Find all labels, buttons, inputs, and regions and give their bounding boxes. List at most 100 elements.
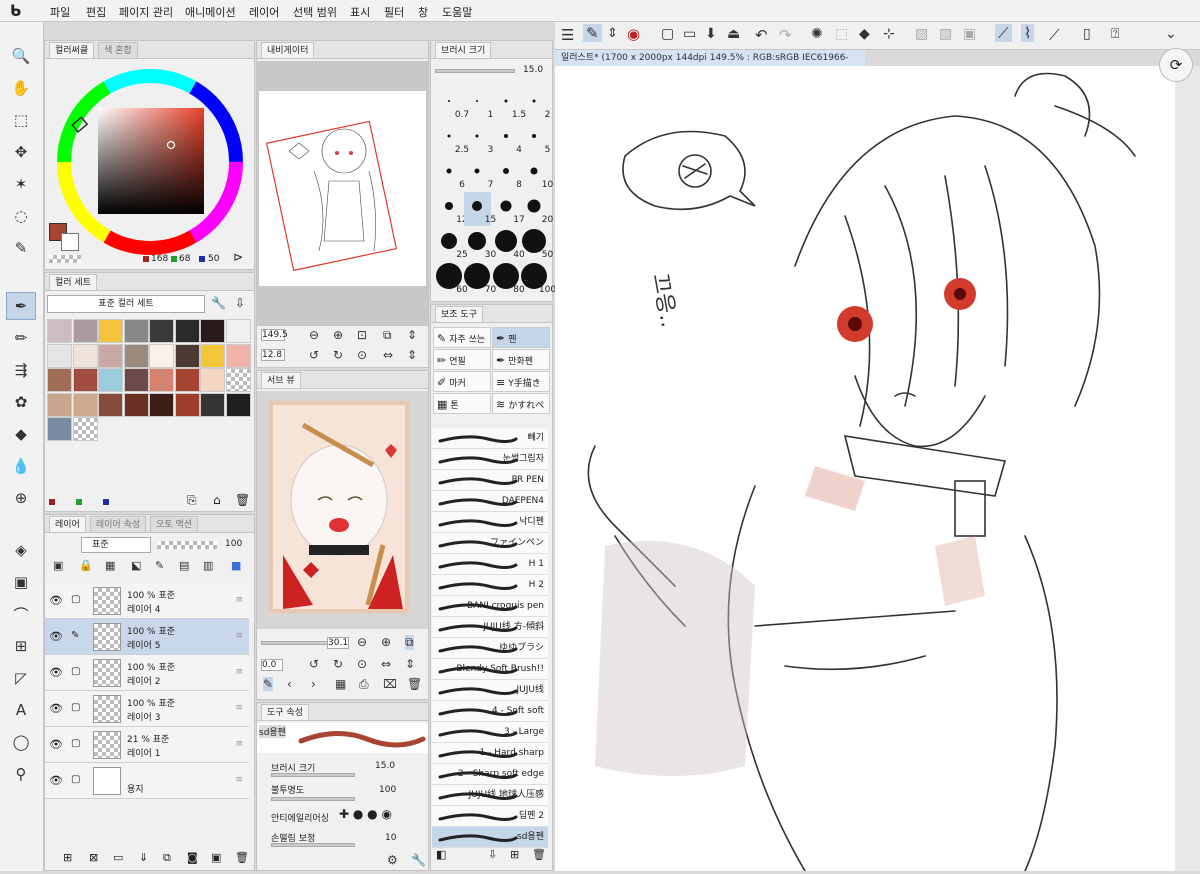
smartphone-icon[interactable]: ▯ (1083, 26, 1091, 42)
color-swatch[interactable] (72, 417, 98, 441)
zoom-in-icon[interactable]: ⊕ (333, 328, 343, 342)
menu-view[interactable]: 표시 (350, 4, 370, 20)
zoom-out-icon[interactable]: ⊖ (309, 328, 319, 342)
app-logo-icon[interactable]: ᑲ (10, 2, 30, 20)
new-vector-layer-icon[interactable]: ⊠ (89, 851, 98, 864)
color-swatch[interactable] (174, 368, 200, 392)
brush-size-cell[interactable]: 15 (463, 192, 496, 226)
tab-layer[interactable]: 레이어 (49, 515, 86, 532)
airbrush-icon[interactable]: ⇶ (6, 356, 36, 384)
tab-color-set[interactable]: 컬러 세트 (49, 273, 97, 290)
brush-size-cell[interactable]: 100 (521, 262, 556, 296)
color-set-select[interactable]: 표준 컬러 세트 (47, 295, 205, 313)
brush-size-cell[interactable]: 3 (464, 122, 493, 156)
color-swatch[interactable] (149, 368, 174, 392)
sv-import-icon[interactable]: ⎙ (359, 677, 369, 692)
brush-item[interactable]: JUJU线 方-傾斜 (432, 617, 548, 638)
open-file-icon[interactable]: ▭ (683, 26, 696, 42)
subview-preview[interactable] (257, 391, 428, 629)
snap-ruler-icon[interactable]: ⟋ (995, 24, 1012, 42)
updown-icon[interactable]: ⇕ (607, 26, 618, 41)
menu-help[interactable]: 도움말 (442, 4, 472, 20)
color-swatch[interactable] (174, 392, 200, 417)
color-swatch[interactable] (47, 368, 72, 392)
brush-item[interactable]: BANI croquis pen (432, 596, 548, 617)
color-swatch[interactable] (123, 343, 149, 368)
layer-row[interactable]: 👁 ▢ 100 % 표준 레이어 4 ≡ (45, 583, 249, 619)
tab-auto-action[interactable]: 오토 액션 (150, 515, 199, 532)
fill-icon[interactable]: ◈ (6, 536, 36, 564)
eye-icon[interactable]: 👁 (49, 702, 63, 715)
balloon-icon[interactable]: ◯ (6, 728, 36, 756)
brush-size-cell[interactable]: 30 (464, 227, 496, 261)
navigator-preview[interactable] (257, 61, 428, 326)
menu-file[interactable]: 파일 (50, 4, 70, 20)
brush-size-cell[interactable]: 25 (435, 227, 468, 261)
decoration-icon[interactable]: ✿ (6, 388, 36, 416)
brush-item[interactable]: H 2 (432, 575, 548, 596)
rotate-left-icon[interactable]: ↺ (309, 348, 319, 362)
brush-size-cell[interactable]: 80 (492, 262, 525, 296)
brush-size-panel-slider[interactable] (435, 69, 515, 73)
menu-layer[interactable]: 레이어 (249, 4, 279, 20)
move-icon[interactable]: ✥ (6, 138, 36, 166)
sub-color-chip[interactable] (61, 233, 79, 251)
subtool-group[interactable]: ≡ Y手描き (492, 371, 550, 392)
brush-size-cell[interactable]: 2 (521, 87, 550, 121)
color-swatch[interactable] (174, 343, 200, 368)
auto-select-icon[interactable]: ✶ (6, 170, 36, 198)
stabilization-value[interactable]: 10 (385, 833, 396, 843)
brush-item[interactable]: DAEPEN4 (432, 491, 548, 512)
delete-layer-icon[interactable]: 🗑 (235, 851, 249, 864)
brush-size-cell[interactable]: 6 (435, 157, 465, 191)
color-swatch[interactable] (149, 343, 174, 368)
brush-item[interactable]: JUJU线 (432, 680, 548, 701)
new-file-icon[interactable]: ▢ (661, 26, 674, 42)
brush-item[interactable]: 빼기 (432, 428, 548, 449)
eye-icon[interactable]: 👁 (49, 738, 63, 751)
drag-handle-icon[interactable]: ≡ (235, 775, 243, 785)
menu-edit[interactable]: 편집 (86, 4, 106, 20)
color-swatch[interactable] (123, 319, 149, 343)
brush-size-cell[interactable]: 5 (521, 122, 550, 156)
tab-subtool[interactable]: 보조 도구 (435, 305, 483, 322)
new-folder-icon[interactable]: ▭ (113, 851, 123, 864)
color-swatch[interactable] (98, 343, 123, 368)
layer-row[interactable]: 👁 ▢ 21 % 표준 레이어 1 ≡ (45, 727, 249, 763)
lasso-icon[interactable]: ◌ (6, 202, 36, 230)
color-swatch[interactable] (98, 319, 123, 343)
pencil-icon[interactable]: ✏ (6, 324, 36, 352)
draft-icon[interactable]: ✎ (155, 559, 164, 572)
nav-angle-value[interactable]: 12.8 (261, 349, 285, 361)
clear-selection-icon[interactable]: ⬚ (835, 26, 848, 42)
color-swatch[interactable] (149, 319, 174, 343)
brush-item[interactable]: Blendy Soft Brush!! (432, 659, 548, 680)
palette-icon[interactable]: ▤ (179, 559, 189, 572)
correction-icon[interactable]: ⚲ (6, 760, 36, 788)
antialias-options-icon[interactable]: ✚ ● ● ◉ (339, 807, 392, 821)
eye-icon[interactable]: 👁 (49, 630, 63, 643)
snap-special-ruler-icon[interactable]: ⌇ (1021, 24, 1035, 42)
menu-icon[interactable]: ☰ (561, 26, 574, 44)
checkbox-icon[interactable]: ▢ (71, 738, 80, 749)
invert-selection-icon[interactable]: ▧ (939, 26, 952, 42)
brush-size-cell[interactable]: 8 (492, 157, 522, 191)
help-icon[interactable]: ⍰ (1111, 26, 1119, 42)
frame-icon[interactable]: ⊞ (6, 632, 36, 660)
wrench-icon[interactable]: 🔧 (211, 296, 226, 310)
sv-next-icon[interactable]: › (311, 677, 316, 691)
drag-handle-icon[interactable]: ≡ (235, 631, 243, 641)
layer-row[interactable]: 👁 ▢ 100 % 표준 레이어 3 ≡ (45, 691, 249, 727)
brush-item[interactable]: 1 - Hard sharp (432, 743, 548, 764)
flip-vertical-icon[interactable]: ⇕ (407, 328, 417, 342)
record-icon[interactable]: ◉ (627, 25, 640, 43)
sv-grid-icon[interactable]: ▦ (335, 677, 346, 691)
tool-wrench-icon[interactable]: 🔧 (411, 853, 426, 867)
sv-flip-v-icon[interactable]: ⇕ (405, 657, 415, 671)
tab-layer-property[interactable]: 레이어 속성 (89, 515, 147, 532)
color-swatch[interactable] (72, 319, 98, 343)
rotate-right-icon[interactable]: ↻ (333, 348, 343, 362)
clip-icon[interactable]: ⬕ (131, 559, 141, 572)
brush-item[interactable]: 2 - Sharp soft edge (432, 764, 548, 785)
color-swatch[interactable] (225, 343, 251, 368)
